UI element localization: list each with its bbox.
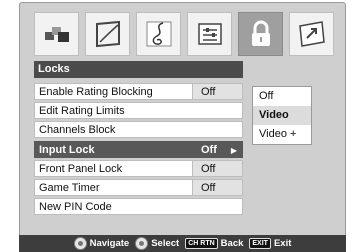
menu-item-game-timer[interactable]: Game Timer Off: [34, 178, 243, 196]
music-icon: [146, 21, 171, 47]
menu-item-label: Channels Block: [34, 121, 243, 139]
option-off[interactable]: Off: [253, 87, 311, 106]
menu-item-label: Input Lock: [34, 140, 193, 158]
menu-item-label: New PIN Code: [34, 198, 243, 216]
arrow-right-icon: ▶: [230, 145, 237, 155]
menu-item-label: Enable Rating Blocking: [34, 83, 193, 100]
navigate-label: Navigate: [89, 238, 130, 249]
lock-icon: [251, 20, 270, 46]
menu-item-value: Off: [193, 178, 243, 196]
navigate-hint: Navigate: [73, 237, 130, 250]
menu-tabs: [34, 12, 336, 56]
select-hint: Select: [135, 237, 179, 250]
menu-item-label: Game Timer: [34, 178, 193, 196]
dpad-icon: [73, 237, 87, 250]
tab-setup[interactable]: [289, 12, 334, 56]
menu-item-front-panel-lock[interactable]: Front Panel Lock Off: [34, 159, 243, 177]
tab-screen[interactable]: [85, 12, 130, 56]
tab-audio[interactable]: [136, 12, 181, 56]
menu-item-input-lock[interactable]: Input Lock Off ▶: [34, 140, 243, 158]
select-label: Select: [151, 238, 180, 249]
settings-sliders-icon: [197, 23, 222, 45]
button-guide-bar: Navigate Select CH RTN Back EXIT Exit: [19, 235, 346, 252]
menu-item-label: Edit Rating Limits: [34, 102, 243, 120]
enter-button-icon: [135, 237, 149, 250]
tab-picture[interactable]: [34, 12, 79, 56]
menu-item-value: Off ▶: [193, 140, 243, 158]
tab-locks[interactable]: [238, 12, 283, 56]
setup-icon: [298, 21, 325, 47]
tab-preferences[interactable]: [187, 12, 232, 56]
exit-key-icon: EXIT: [249, 238, 271, 249]
exit-hint: EXIT Exit: [249, 238, 291, 249]
input-lock-options: Off Video Video +: [252, 86, 312, 145]
picture-icon: [44, 27, 69, 42]
option-video-plus[interactable]: Video +: [253, 125, 311, 144]
back-label: Back: [220, 238, 244, 249]
menu-item-value: Off: [193, 159, 243, 177]
tv-menu-screen: Locks Enable Rating Blocking Off Edit Ra…: [19, 2, 346, 238]
menu-item-channels-block[interactable]: Channels Block: [34, 121, 243, 139]
ch-rtn-key-icon: CH RTN: [185, 238, 218, 249]
panel-title: Locks: [34, 61, 243, 78]
exit-label: Exit: [273, 238, 292, 249]
menu-item-edit-rating-limits[interactable]: Edit Rating Limits: [34, 102, 243, 120]
screen-icon: [95, 20, 120, 48]
back-hint: CH RTN Back: [185, 238, 243, 249]
menu-item-new-pin-code[interactable]: New PIN Code: [34, 198, 243, 216]
menu-item-enable-rating-blocking[interactable]: Enable Rating Blocking Off: [34, 83, 243, 100]
menu-item-label: Front Panel Lock: [34, 159, 193, 177]
option-video[interactable]: Video: [253, 106, 311, 125]
locks-menu-list: Enable Rating Blocking Off Edit Rating L…: [34, 83, 243, 217]
menu-item-value-text: Off: [201, 143, 217, 156]
menu-item-value: Off: [193, 83, 243, 100]
